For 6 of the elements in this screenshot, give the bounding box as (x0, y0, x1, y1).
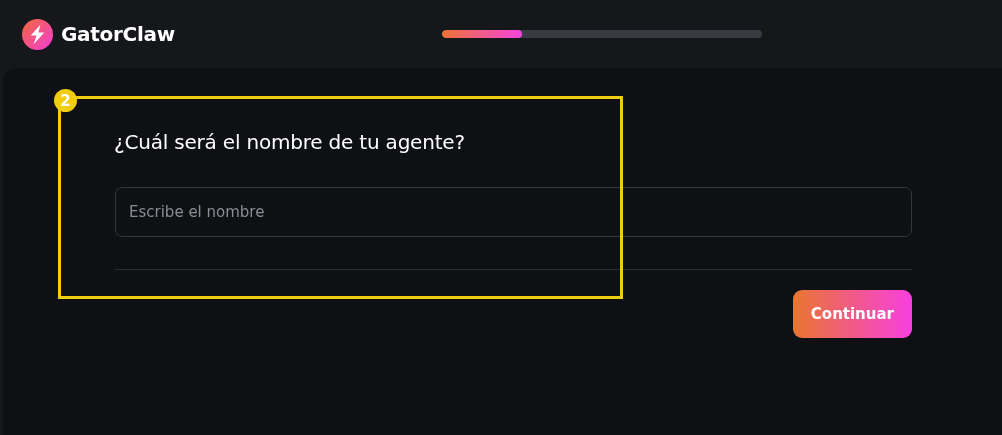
name-input-field[interactable]: Escribe el nombre (115, 187, 912, 237)
question-title: ¿Cuál será el nombre de tu agente? (114, 129, 466, 156)
step-badge: 2 (54, 89, 77, 112)
continue-button[interactable]: Continuar (792, 290, 912, 338)
bolt-logo-icon (22, 18, 53, 50)
brand-name: GatorClaw (61, 22, 175, 46)
